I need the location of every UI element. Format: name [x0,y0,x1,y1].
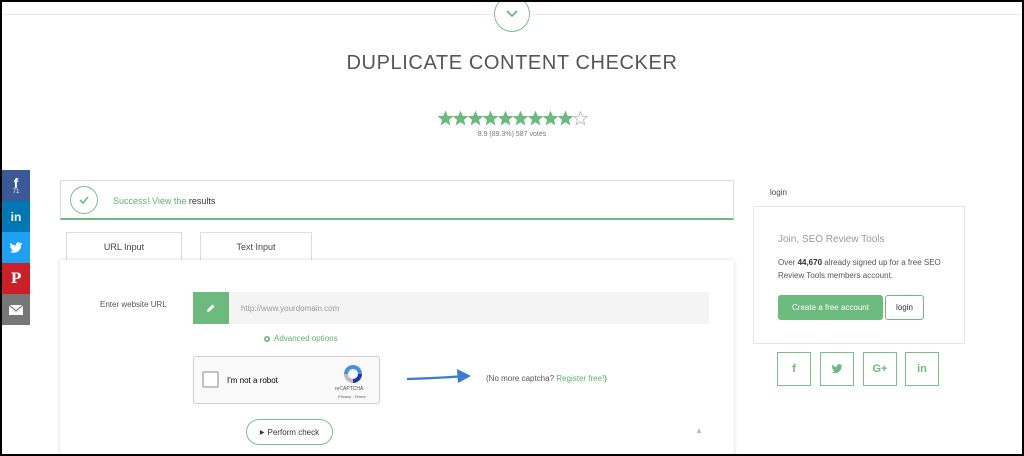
pencil-icon [207,304,215,312]
facebook-icon: f [13,175,19,191]
join-description: Over 44,670 already signed up for a free… [778,256,950,282]
twitter-icon [831,364,843,374]
perform-check-button[interactable]: ▶ Perform check [246,419,333,445]
tab-text-input[interactable]: Text Input [200,232,312,260]
sidebar-facebook-button[interactable]: f [777,352,811,386]
success-alert: Success! View the results [60,180,734,220]
star-filled-icon[interactable] [483,111,498,126]
star-rating[interactable] [438,111,588,126]
email-icon [9,304,23,315]
flask-icon: ▲ [695,426,703,435]
recaptcha-logo-icon [344,365,362,383]
star-filled-icon[interactable] [468,111,483,126]
recaptcha-label: I'm not a robot [227,376,278,385]
facebook-share-button[interactable]: f 71 [2,170,30,201]
linkedin-icon: in [917,363,927,375]
join-title: Join, SEO Review Tools [778,234,885,245]
create-account-button[interactable]: Create a free account [778,295,883,320]
advanced-options-link[interactable]: Advanced options [263,334,338,343]
register-free-link[interactable]: Register free! [556,374,604,383]
facebook-share-count: 71 [12,189,20,195]
linkedin-icon: in [10,209,22,224]
perform-check-label: Perform check [267,427,320,437]
star-filled-icon[interactable] [528,111,543,126]
twitter-icon [9,241,23,253]
join-desc-pre: Over [778,258,798,267]
sidebar-twitter-button[interactable] [820,352,854,386]
results-link[interactable]: results [189,196,216,206]
recaptcha-brand: reCAPTCHA [335,386,364,392]
success-message: Success! View the results [113,196,215,206]
chevron-down-icon [506,10,518,18]
recaptcha-checkbox[interactable] [202,371,219,388]
star-filled-icon[interactable] [498,111,513,126]
no-captcha-prefix: (No more captcha? [486,374,557,383]
star-filled-icon[interactable] [543,111,558,126]
no-captcha-suffix: ) [604,374,607,383]
edit-url-button[interactable] [193,292,229,324]
star-filled-icon[interactable] [558,111,573,126]
success-check-icon [70,186,98,214]
url-label: Enter website URL [100,300,167,309]
pinterest-icon: P [10,270,22,287]
url-input[interactable] [229,292,709,324]
check-form-panel: Enter website URL Advanced options I'm n… [60,260,734,454]
recaptcha-widget: I'm not a robot reCAPTCHA Privacy - Term… [193,356,380,404]
pinterest-share-button[interactable]: P [2,263,30,294]
page-title: DUPLICATE CONTENT CHECKER [346,52,678,74]
scroll-down-button[interactable] [494,2,530,32]
login-link[interactable]: login [770,188,787,197]
star-filled-icon[interactable] [438,111,453,126]
join-box: Join, SEO Review Tools Over 44,670 alrea… [753,206,965,344]
facebook-icon: f [792,363,796,375]
twitter-share-button[interactable] [2,232,30,263]
member-count: 44,670 [797,258,823,267]
sidebar-linkedin-button[interactable]: in [905,352,939,386]
google-plus-icon: G+ [872,363,888,375]
arrow-right-icon [406,369,471,383]
play-icon: ▶ [259,429,265,436]
top-divider-left [2,14,492,15]
page-frame: DUPLICATE CONTENT CHECKER 8.9 (89.3%) 58… [2,2,1022,454]
success-text: Success! View the [113,196,189,206]
rating-summary: 8.9 (89.3%) 587 votes [477,131,547,138]
tab-url-input[interactable]: URL Input [66,232,182,260]
gear-icon [264,335,270,342]
advanced-options-label: Advanced options [274,334,338,343]
login-button[interactable]: login [885,295,924,320]
linkedin-share-button[interactable]: in [2,201,30,232]
star-empty-icon[interactable] [573,111,588,126]
star-filled-icon[interactable] [453,111,468,126]
star-filled-icon[interactable] [513,111,528,126]
sidebar-google-plus-button[interactable]: G+ [863,352,897,386]
top-divider-right [532,14,1022,15]
recaptcha-terms: Privacy - Terms [338,394,366,399]
social-share-bar: f 71 in P [2,170,30,325]
no-captcha-note: (No more captcha? Register free!) [486,374,607,383]
email-share-button[interactable] [2,294,30,325]
